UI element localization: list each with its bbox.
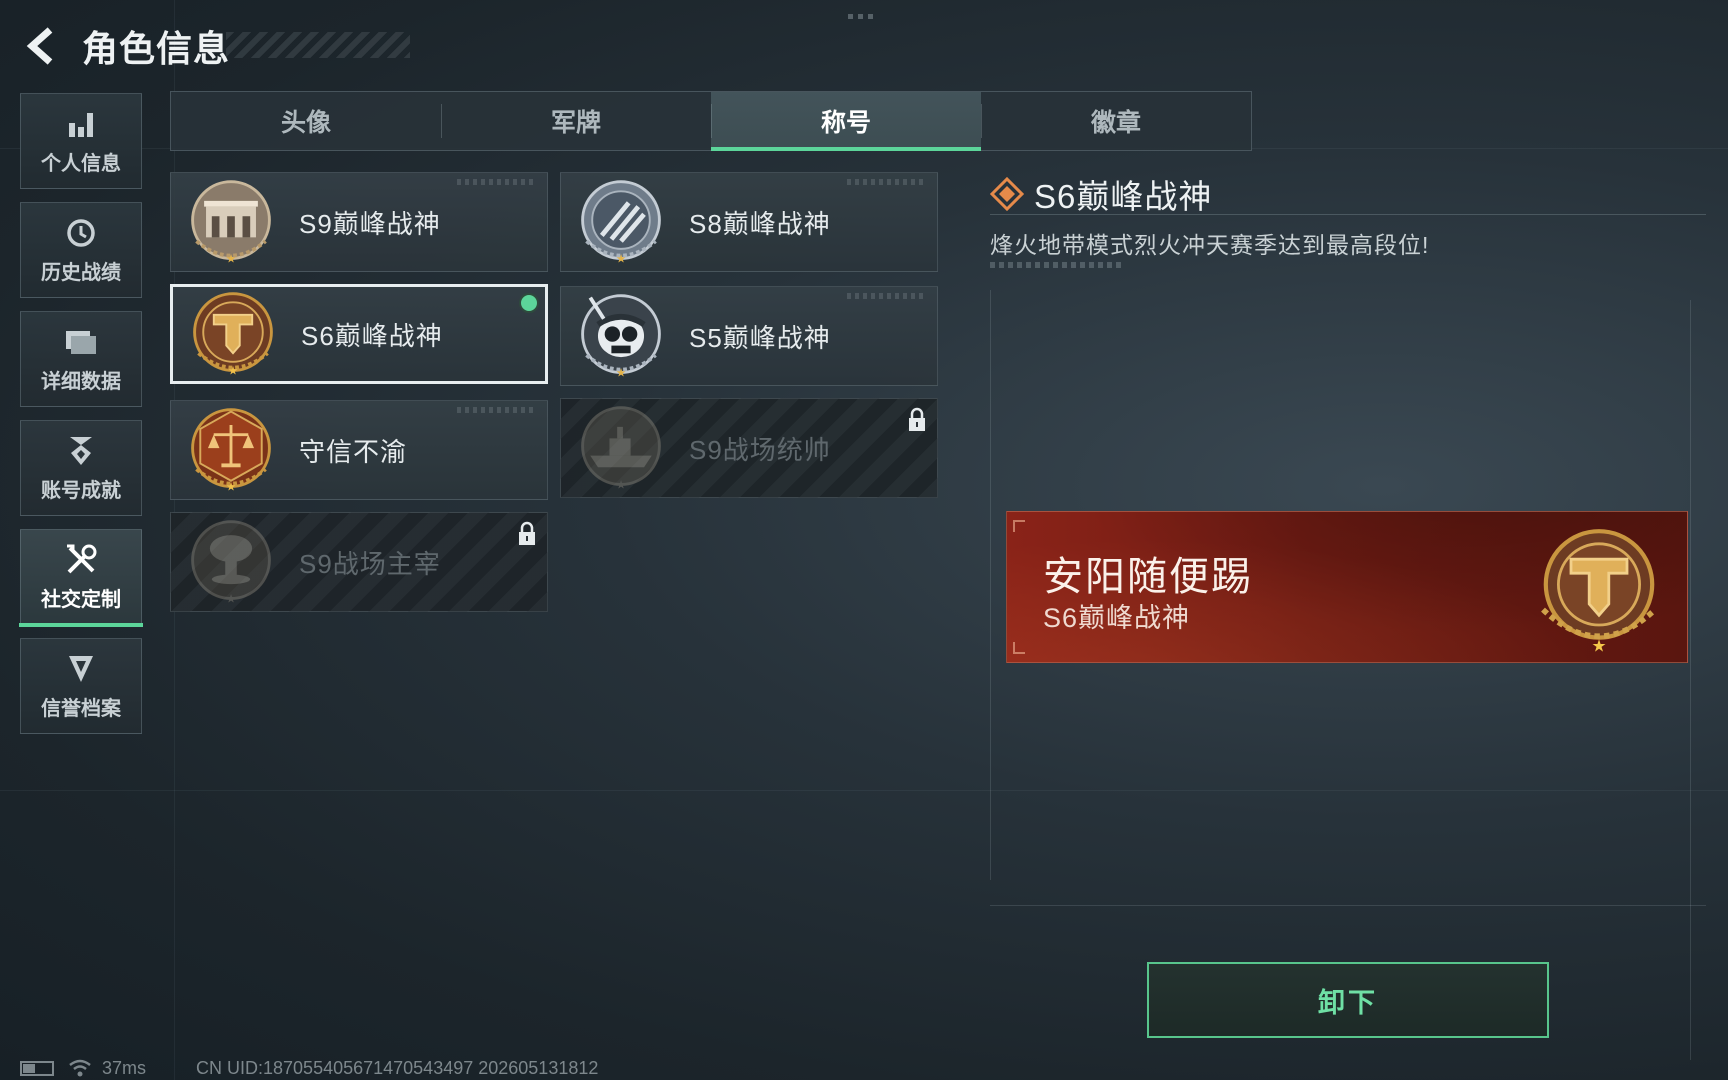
- warship-emblem-icon: ★: [581, 406, 661, 491]
- sidebar-item-history[interactable]: 历史战绩: [20, 202, 142, 298]
- frame-line: [990, 290, 991, 880]
- uid-text: CN UID:1870554056714705434​97 2026051318…: [196, 1057, 599, 1078]
- detail-title: S6巅峰战神: [1034, 178, 1213, 215]
- diamond-rank-icon: [990, 177, 1024, 211]
- title-name: S9战场统帅: [689, 434, 831, 465]
- title-name: S6巅峰战神: [301, 320, 443, 351]
- medal-icon: [63, 434, 99, 468]
- title-name: S5巅峰战神: [689, 322, 831, 353]
- slash-emblem-icon: ★: [581, 180, 661, 265]
- frame-line: [1690, 300, 1691, 1060]
- svg-text:★: ★: [616, 479, 626, 491]
- lock-icon: [519, 521, 535, 545]
- sidebar-item-label: 社交定制: [41, 588, 121, 611]
- svg-text:★: ★: [226, 253, 236, 265]
- sidebar-item-reputation[interactable]: 信誉档案: [20, 638, 142, 734]
- unequip-button[interactable]: 卸下: [1147, 962, 1549, 1038]
- title-name: 守信不渝: [299, 436, 408, 467]
- bar-chart-icon: [63, 107, 99, 141]
- title-name: S9战场主宰: [299, 548, 441, 579]
- title-card[interactable]: ★ 守信不渝: [170, 400, 548, 500]
- tab-bar: 头像 军牌 称号 徽章: [170, 91, 1252, 151]
- top-handle: [848, 14, 873, 19]
- tab-badge[interactable]: 徽章: [981, 92, 1251, 150]
- fortress-emblem-icon: ★: [191, 180, 271, 265]
- title-card[interactable]: ★ S8巅峰战神: [560, 172, 938, 272]
- frame-line: [990, 905, 1706, 906]
- sidebar-item-personal-info[interactable]: 个人信息: [20, 93, 142, 189]
- sidebar-item-achievements[interactable]: 账号成就: [20, 420, 142, 516]
- lock-icon: [909, 407, 925, 431]
- svg-text:★: ★: [226, 593, 236, 605]
- svg-text:★: ★: [228, 365, 238, 377]
- tab-dog-tag[interactable]: 军牌: [441, 92, 711, 150]
- back-button[interactable]: [20, 24, 64, 68]
- svg-text:★: ★: [226, 481, 236, 493]
- tab-title[interactable]: 称号: [711, 92, 981, 151]
- detail-decoration: [990, 262, 1124, 268]
- title-card[interactable]: ★ S5巅峰战神: [560, 286, 938, 386]
- svg-text:★: ★: [1591, 637, 1606, 656]
- page-title: 角色信息: [82, 28, 231, 69]
- title-card-selected[interactable]: ★ S6巅峰战神: [170, 284, 548, 384]
- player-title: S6巅峰战神: [1043, 603, 1191, 633]
- sidebar: 个人信息 历史战绩 详细数据 账号成就 社交定制 信誉档案: [19, 93, 144, 747]
- back-arrow-icon: [26, 27, 53, 65]
- status-bar: 37ms CN UID:1870554056714705434​97 20260…: [20, 1056, 598, 1080]
- nameplate-corner: [1013, 642, 1025, 654]
- nameplate-corner: [1013, 520, 1025, 532]
- sidebar-item-label: 个人信息: [41, 152, 121, 175]
- mushroom-cloud-emblem-icon: ★: [191, 520, 271, 605]
- title-card-locked[interactable]: ★ S9战场主宰: [170, 512, 548, 612]
- wifi-icon: [69, 1059, 91, 1077]
- detail-description: 烽火地带模式烈火冲天赛季达到最高段位!: [990, 232, 1430, 258]
- sidebar-item-social[interactable]: 社交定制: [19, 529, 143, 627]
- title-name: S8巅峰战神: [689, 208, 831, 239]
- shield-badge-icon: [63, 652, 99, 686]
- card-decoration: [847, 293, 927, 299]
- nameplate-preview: 安阳随便踢 S6巅峰战神 ★: [1006, 511, 1688, 663]
- detail-header: S6巅峰战神: [990, 170, 1212, 218]
- sidebar-item-label: 历史战绩: [41, 261, 121, 284]
- folder-icon: [63, 325, 99, 359]
- detail-divider: [990, 214, 1706, 215]
- title-decoration: [226, 32, 410, 58]
- scales-emblem-icon: ★: [191, 408, 271, 493]
- battery-icon: [20, 1060, 54, 1076]
- title-name: S9巅峰战神: [299, 208, 441, 239]
- player-name: 安阳随便踢: [1043, 555, 1253, 599]
- skull-emblem-icon: ★: [581, 294, 661, 379]
- sidebar-item-label: 详细数据: [41, 370, 121, 393]
- title-card[interactable]: ★ S9巅峰战神: [170, 172, 548, 272]
- unequip-label: 卸下: [1318, 987, 1378, 1018]
- header: 角色信息: [20, 18, 230, 74]
- card-decoration: [457, 179, 537, 185]
- card-decoration: [457, 407, 537, 413]
- sidebar-item-label: 信誉档案: [41, 697, 121, 720]
- card-decoration: [847, 179, 927, 185]
- svg-text:★: ★: [616, 253, 626, 265]
- svg-text:★: ★: [616, 367, 626, 379]
- ping-value: 37ms: [102, 1057, 147, 1078]
- bg-grid-line: [0, 790, 1728, 791]
- t-emblem-icon: ★: [1541, 529, 1657, 656]
- sidebar-item-details[interactable]: 详细数据: [20, 311, 142, 407]
- title-card-locked[interactable]: ★ S9战场统帅: [560, 398, 938, 498]
- history-clock-icon: [63, 216, 99, 250]
- tools-icon: [63, 543, 99, 577]
- equipped-indicator: [519, 293, 539, 313]
- t-emblem-icon: ★: [193, 292, 273, 377]
- sidebar-item-label: 账号成就: [41, 479, 121, 502]
- tab-avatar[interactable]: 头像: [171, 92, 441, 150]
